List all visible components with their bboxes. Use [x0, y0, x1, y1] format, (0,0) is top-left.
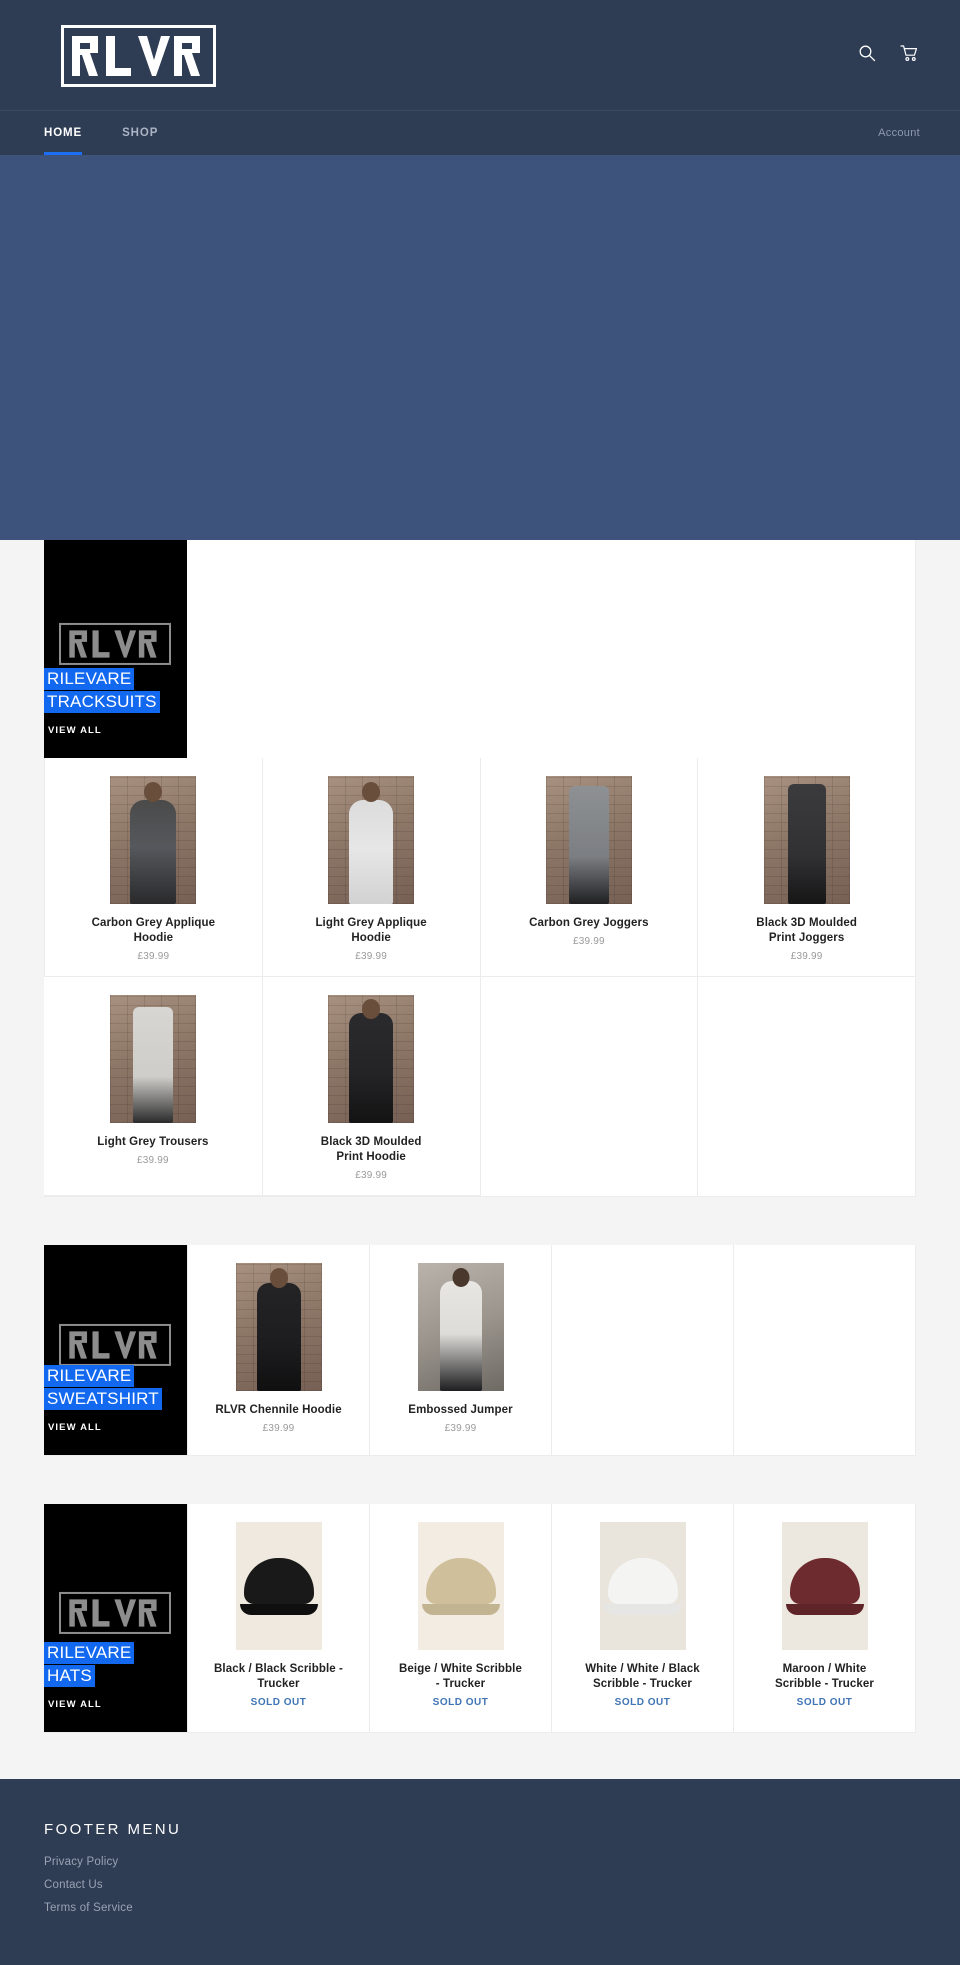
product-title: Light Grey Trousers [97, 1136, 209, 1148]
product-card[interactable]: RLVR Chennile Hoodie £39.99 [187, 1245, 369, 1455]
promo-logo-rlvr [59, 1591, 171, 1634]
hero-slideshow[interactable] [0, 155, 960, 540]
cart-icon[interactable] [898, 42, 920, 64]
product-image [545, 776, 632, 904]
view-all-link[interactable]: VIEW ALL [44, 725, 187, 736]
view-all-link[interactable]: VIEW ALL [44, 1699, 187, 1710]
promo-title-line2: HATS [44, 1664, 187, 1687]
logo-frame [61, 25, 216, 87]
product-grid-sweatshirt: RLVR Chennile Hoodie £39.99 Embossed Jum… [187, 1245, 915, 1455]
product-title: Carbon Grey Joggers [529, 917, 649, 929]
product-image [328, 776, 415, 904]
footer-link-contact-us[interactable]: Contact Us [44, 1879, 916, 1891]
product-card-placeholder [733, 1245, 915, 1455]
product-image [235, 1522, 322, 1650]
footer-menu-title: FOOTER MENU [44, 1821, 182, 1838]
product-card[interactable]: Light Grey Applique Hoodie £39.99 [261, 758, 480, 977]
product-image [110, 776, 197, 904]
product-title: Maroon / White Scribble - Trucker [775, 1663, 874, 1690]
product-status-badge: SOLD OUT [250, 1697, 307, 1708]
product-title: Black / Black Scribble - Trucker [214, 1663, 343, 1690]
product-status-badge: SOLD OUT [796, 1697, 853, 1708]
nav-item-home[interactable]: HOME [40, 111, 104, 155]
product-image [599, 1522, 686, 1650]
product-status-badge: SOLD OUT [432, 1697, 489, 1708]
product-image [781, 1522, 868, 1650]
product-status-badge: SOLD OUT [614, 1697, 671, 1708]
product-image [109, 995, 196, 1123]
main-content: RILEVARE TRACKSUITS VIEW ALL Carbon Grey… [0, 540, 960, 1733]
product-card[interactable]: Maroon / White Scribble - Trucker SOLD O… [733, 1504, 915, 1732]
collection-hats: RILEVARE HATS VIEW ALL Black / Black Scr… [44, 1504, 916, 1733]
product-price: £39.99 [355, 951, 388, 962]
promo-title-line1: RILEVARE [44, 1364, 187, 1387]
main-navigation: HOME SHOP Account [0, 110, 960, 155]
product-image [328, 995, 415, 1123]
collection-promo-tracksuits[interactable]: RILEVARE TRACKSUITS VIEW ALL [44, 540, 187, 758]
promo-title-line1: RILEVARE [44, 667, 187, 690]
product-price: £39.99 [790, 951, 823, 962]
product-card-placeholder [551, 1245, 733, 1455]
product-card[interactable]: Black 3D Moulded Print Hoodie £39.99 [261, 977, 480, 1196]
promo-title-line1: RILEVARE [44, 1641, 187, 1664]
collection-sweatshirt: RILEVARE SWEATSHIRT VIEW ALL RLVR Chenni… [44, 1245, 916, 1456]
product-title: White / White / Black Scribble - Trucker [585, 1663, 700, 1690]
header-icon-group [856, 42, 920, 64]
promo-text-block: RILEVARE SWEATSHIRT VIEW ALL [44, 1364, 187, 1433]
nav-right-group: Account [878, 111, 920, 155]
product-card-placeholder [697, 977, 915, 1196]
product-image [417, 1263, 504, 1391]
product-title: Black 3D Moulded Print Hoodie [320, 1136, 422, 1163]
collection-promo-sweatshirt[interactable]: RILEVARE SWEATSHIRT VIEW ALL [44, 1245, 187, 1455]
footer-link-privacy-policy[interactable]: Privacy Policy [44, 1856, 916, 1868]
product-image [763, 776, 850, 904]
product-title: Light Grey Applique Hoodie [315, 917, 427, 944]
site-logo[interactable] [61, 25, 216, 87]
product-card[interactable]: Black / Black Scribble - Trucker SOLD OU… [187, 1504, 369, 1732]
view-all-link[interactable]: VIEW ALL [44, 1422, 187, 1433]
product-price: £39.99 [137, 951, 170, 962]
promo-logo-rlvr [59, 622, 171, 665]
product-grid-hats: Black / Black Scribble - Trucker SOLD OU… [187, 1504, 915, 1732]
product-title: Beige / White Scribble - Trucker [399, 1663, 522, 1690]
product-image [235, 1263, 322, 1391]
product-card[interactable]: Light Grey Trousers £39.99 [44, 977, 262, 1196]
promo-text-block: RILEVARE TRACKSUITS VIEW ALL [44, 667, 187, 736]
product-price: £39.99 [262, 1423, 295, 1434]
product-card[interactable]: Carbon Grey Joggers £39.99 [479, 758, 698, 977]
product-card[interactable]: White / White / Black Scribble - Trucker… [551, 1504, 733, 1732]
product-title: RLVR Chennile Hoodie [215, 1404, 342, 1416]
product-price: £39.99 [355, 1170, 388, 1181]
product-image [417, 1522, 504, 1650]
footer-link-terms-of-service[interactable]: Terms of Service [44, 1902, 916, 1914]
collection-tracksuits: RILEVARE TRACKSUITS VIEW ALL Carbon Grey… [44, 540, 916, 1197]
product-price: £39.99 [136, 1155, 169, 1166]
collection-promo-hats[interactable]: RILEVARE HATS VIEW ALL [44, 1504, 187, 1732]
product-card[interactable]: Carbon Grey Applique Hoodie £39.99 [44, 758, 262, 977]
product-card[interactable]: Black 3D Moulded Print Joggers £39.99 [697, 758, 915, 977]
product-card[interactable]: Embossed Jumper £39.99 [369, 1245, 551, 1455]
promo-logo-rlvr [59, 1323, 171, 1366]
product-price: £39.99 [444, 1423, 477, 1434]
promo-text-block: RILEVARE HATS VIEW ALL [44, 1641, 187, 1710]
nav-links: HOME SHOP [40, 111, 176, 155]
nav-item-shop[interactable]: SHOP [104, 111, 176, 155]
promo-title-line2: SWEATSHIRT [44, 1387, 187, 1410]
product-grid-tracksuits: Carbon Grey Applique Hoodie £39.99 Light… [44, 758, 915, 1196]
product-title: Embossed Jumper [408, 1404, 513, 1416]
search-icon[interactable] [856, 42, 878, 64]
product-price: £39.99 [572, 936, 605, 947]
product-card[interactable]: Beige / White Scribble - Trucker SOLD OU… [369, 1504, 551, 1732]
product-card-placeholder [479, 977, 698, 1196]
site-header [0, 0, 960, 110]
product-title: Black 3D Moulded Print Joggers [756, 917, 857, 944]
account-link[interactable]: Account [878, 127, 920, 139]
product-title: Carbon Grey Applique Hoodie [91, 917, 216, 944]
site-footer: FOOTER MENU Privacy Policy Contact Us Te… [0, 1779, 960, 1965]
promo-title-line2: TRACKSUITS [44, 690, 187, 713]
logo-letters-rlvr [68, 32, 209, 80]
